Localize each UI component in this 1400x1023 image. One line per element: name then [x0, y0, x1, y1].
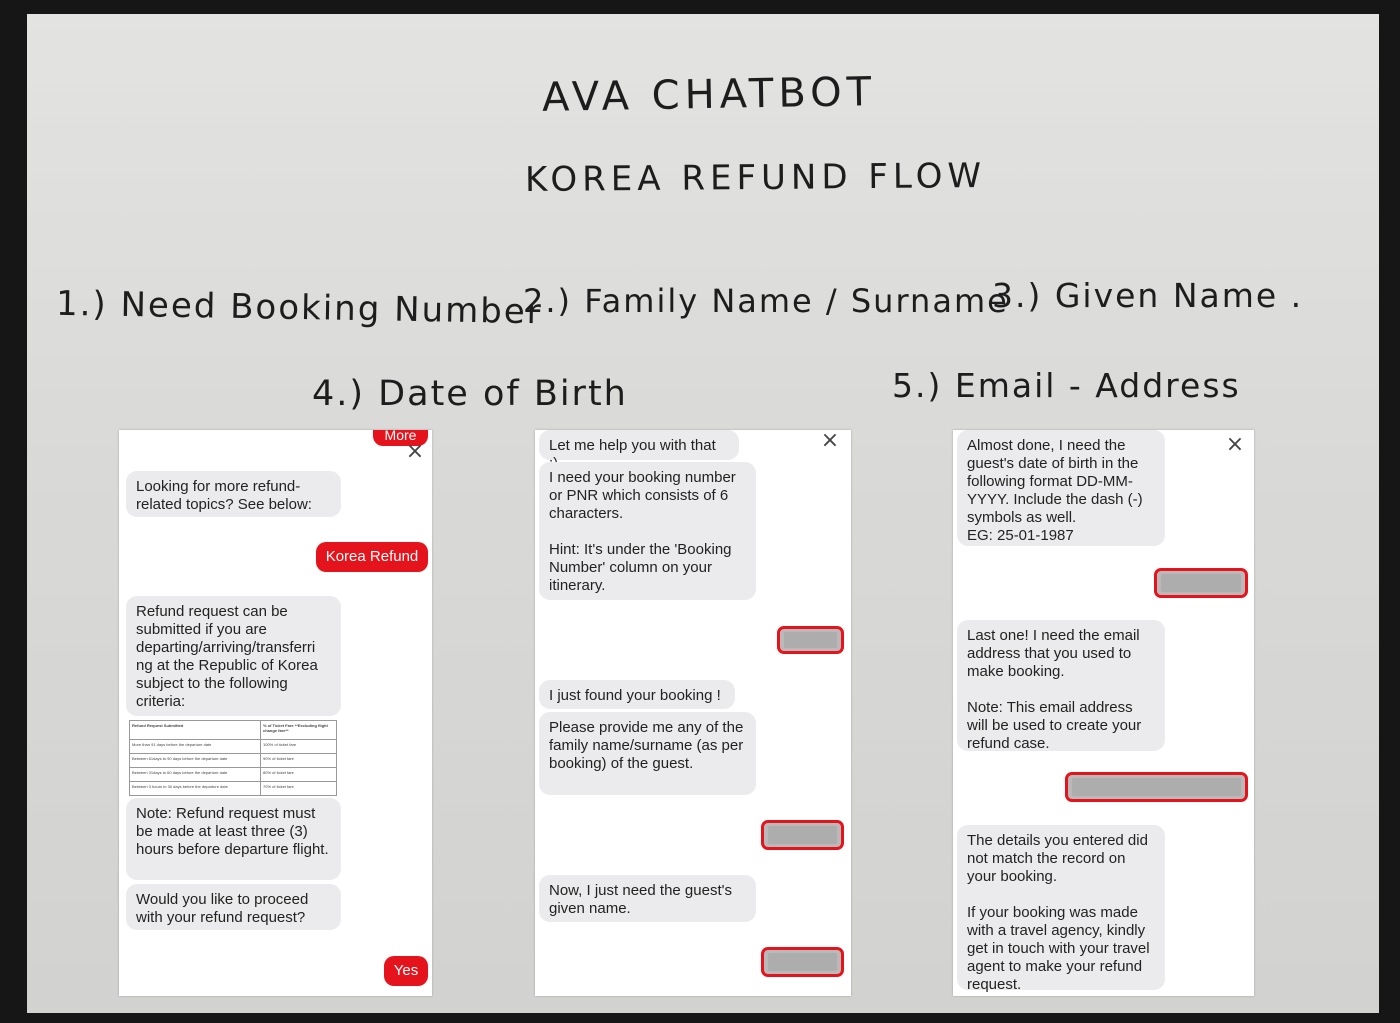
bot-message-given-name: Now, I just need the guest's given name. — [539, 875, 756, 922]
redacted-family-name — [761, 820, 844, 850]
table-cell: Between 3 hours to 30 days before the de… — [129, 781, 261, 796]
close-icon[interactable]: × — [819, 430, 841, 452]
table-header-cell: Refund Request Submitted — [129, 720, 261, 740]
redacted-email-address — [1065, 772, 1248, 802]
close-icon[interactable]: × — [1224, 434, 1246, 456]
whiteboard-subtitle: KOREA REFUND FLOW — [524, 155, 987, 201]
step-3-label: 3.) Given Name . — [992, 276, 1304, 315]
table-row: Between 3 hours to 30 days before the de… — [129, 781, 337, 796]
bot-message-refund-criteria: Refund request can be submitted if you a… — [126, 596, 341, 716]
step-4-label: 4.) Date of Birth — [312, 374, 628, 414]
bot-message-proceed: Would you like to proceed with your refu… — [126, 884, 341, 930]
redacted-booking-number — [777, 626, 844, 654]
refund-criteria-table: Refund Request Submitted % of Ticket Far… — [129, 720, 337, 796]
table-cell: Between 61days to 90 days before the dep… — [129, 753, 261, 768]
redacted-date-of-birth — [1154, 568, 1248, 598]
bot-message-email: Last one! I need the email address that … — [957, 620, 1165, 752]
redacted-given-name — [761, 947, 844, 977]
step-5-label: 5.) Email - Address — [892, 366, 1241, 405]
step-1-label: 1.) Need Booking Number — [55, 283, 544, 333]
bot-message-note: Note: Refund request must be made at lea… — [126, 798, 341, 880]
whiteboard-title: AVA CHATBOT — [541, 69, 877, 121]
chat-screen-2: Let me help you with that :) × I need yo… — [535, 430, 851, 996]
table-row: Between 61days to 90 days before the dep… — [129, 753, 337, 768]
table-row: More than 91 days before the departure d… — [129, 739, 337, 754]
table-row: Between 31days to 60 days before the dep… — [129, 767, 337, 782]
close-icon[interactable]: × — [404, 441, 426, 463]
yes-button[interactable]: Yes — [384, 956, 428, 986]
bot-message-date-of-birth: Almost done, I need the guest's date of … — [957, 430, 1165, 546]
bot-message-topics: Looking for more refund- related topics?… — [126, 471, 341, 517]
table-cell: More than 91 days before the departure d… — [129, 739, 261, 754]
bot-message-found: I just found your booking ! — [539, 680, 735, 709]
step-2-label: 2.) Family Name / Surname — [523, 282, 1009, 320]
table-header-row: Refund Request Submitted % of Ticket Far… — [129, 720, 337, 740]
bot-message-help: Let me help you with that :) — [539, 430, 739, 472]
table-cell: 90% of ticket fare — [260, 753, 337, 768]
table-cell: 100% of ticket fare — [260, 739, 337, 754]
chat-screen-3: × Almost done, I need the guest's date o… — [953, 430, 1254, 996]
bot-message-family-name: Please provide me any of the family name… — [539, 712, 756, 795]
table-cell: Between 31days to 60 days before the dep… — [129, 767, 261, 782]
table-header-cell: % of Ticket Fare **Excluding flight chan… — [260, 720, 337, 740]
bot-message-booking-number: I need your booking number or PNR which … — [539, 462, 756, 600]
table-cell: 70% of ticket fare — [260, 781, 337, 796]
bot-message-mismatch: The details you entered did not match th… — [957, 825, 1165, 993]
korea-refund-button[interactable]: Korea Refund — [316, 542, 428, 572]
chat-screen-1: More × Looking for more refund- related … — [119, 430, 432, 996]
table-cell: 80% of ticket fare — [260, 767, 337, 782]
